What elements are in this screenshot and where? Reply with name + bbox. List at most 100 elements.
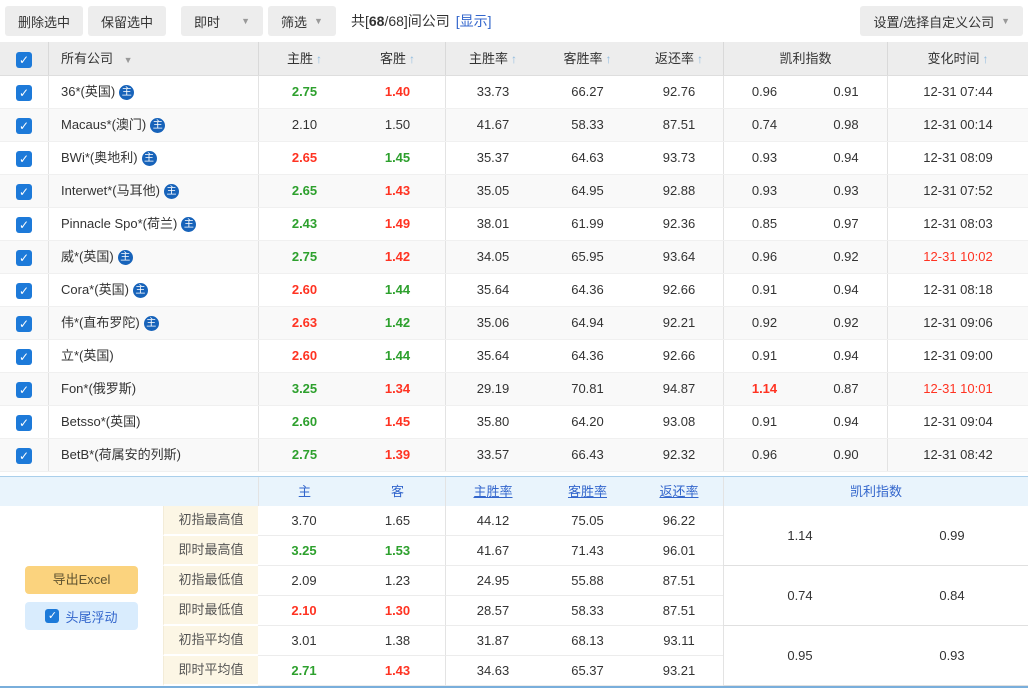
kelly-home-cell: 0.93 bbox=[723, 175, 805, 207]
away-odds-cell: 1.43 bbox=[350, 175, 445, 207]
away-rate-cell: 65.95 bbox=[540, 241, 635, 273]
row-checkbox[interactable]: ✓ bbox=[16, 85, 32, 101]
chevron-down-icon: ▼ bbox=[1001, 16, 1010, 26]
header-return-rate-sort[interactable]: 返还率↑ bbox=[635, 42, 723, 75]
header-company-dropdown[interactable]: 所有公司 ▼ bbox=[48, 42, 258, 75]
select-all-checkbox[interactable]: ✓ bbox=[16, 52, 32, 68]
row-checkbox[interactable]: ✓ bbox=[16, 118, 32, 134]
keep-selected-button[interactable]: 保留选中 bbox=[88, 6, 166, 36]
header-away-win-sort[interactable]: 客胜↑ bbox=[350, 42, 445, 75]
row-checkbox[interactable]: ✓ bbox=[16, 151, 32, 167]
away-odds-cell: 1.42 bbox=[350, 241, 445, 273]
summary-home-rate: 44.12 bbox=[445, 506, 540, 536]
home-badge-icon: 主 bbox=[118, 250, 133, 265]
change-time-cell: 12-31 08:09 bbox=[887, 142, 1028, 174]
return-rate-cell: 92.66 bbox=[635, 274, 723, 306]
summary-header-return-rate[interactable]: 返还率 bbox=[635, 477, 723, 506]
sort-asc-icon: ↑ bbox=[606, 52, 612, 66]
float-checkbox[interactable]: ✓ bbox=[45, 609, 59, 623]
company-name: Interwet*(马耳他) bbox=[61, 183, 160, 198]
away-odds-cell: 1.50 bbox=[350, 109, 445, 141]
away-odds-cell: 1.34 bbox=[350, 373, 445, 405]
home-rate-cell: 41.67 bbox=[445, 109, 540, 141]
summary-header-away-rate[interactable]: 客胜率 bbox=[540, 477, 635, 506]
header-home-win-sort[interactable]: 主胜↑ bbox=[258, 42, 350, 75]
table-row: ✓Betsso*(英国)2.601.4535.8064.2093.080.910… bbox=[0, 406, 1028, 439]
row-checkbox[interactable]: ✓ bbox=[16, 184, 32, 200]
away-rate-cell: 61.99 bbox=[540, 208, 635, 240]
row-checkbox-cell: ✓ bbox=[0, 142, 48, 174]
home-rate-cell: 29.19 bbox=[445, 373, 540, 405]
summary-row-label: 初指最低值 bbox=[163, 566, 258, 596]
away-odds-cell: 1.39 bbox=[350, 439, 445, 471]
home-rate-cell: 35.05 bbox=[445, 175, 540, 207]
kelly-away-cell: 0.94 bbox=[805, 340, 887, 372]
company-name: 伟*(直布罗陀) bbox=[61, 315, 140, 330]
company-name: Cora*(英国) bbox=[61, 282, 129, 297]
delete-selected-button[interactable]: 删除选中 bbox=[5, 6, 83, 36]
return-rate-cell: 93.73 bbox=[635, 142, 723, 174]
company-cell: 36*(英国)主 bbox=[48, 76, 258, 108]
header-home-rate-sort[interactable]: 主胜率↑ bbox=[445, 42, 540, 75]
summary-header-home-rate[interactable]: 主胜率 bbox=[445, 477, 540, 506]
summary-body: 初指最高值3.701.6544.1275.0596.22即时最高值3.251.5… bbox=[0, 506, 1028, 688]
row-checkbox[interactable]: ✓ bbox=[16, 349, 32, 365]
row-checkbox-cell: ✓ bbox=[0, 439, 48, 471]
summary-return-rate: 96.22 bbox=[635, 506, 723, 536]
away-rate-cell: 64.94 bbox=[540, 307, 635, 339]
away-rate-cell: 58.33 bbox=[540, 109, 635, 141]
header-change-time-sort[interactable]: 变化时间↑ bbox=[887, 42, 1028, 75]
row-checkbox[interactable]: ✓ bbox=[16, 382, 32, 398]
header-away-rate-sort[interactable]: 客胜率↑ bbox=[540, 42, 635, 75]
row-checkbox[interactable]: ✓ bbox=[16, 316, 32, 332]
home-odds-cell: 2.75 bbox=[258, 76, 350, 108]
kelly-away-cell: 0.93 bbox=[805, 175, 887, 207]
float-checkbox-label: 头尾浮动 bbox=[65, 607, 117, 626]
show-link[interactable]: [显示] bbox=[456, 11, 492, 31]
home-odds-cell: 2.75 bbox=[258, 439, 350, 471]
row-checkbox-cell: ✓ bbox=[0, 241, 48, 273]
return-rate-cell: 92.32 bbox=[635, 439, 723, 471]
custom-company-settings-dropdown[interactable]: 设置/选择自定义公司 ▼ bbox=[860, 6, 1023, 36]
row-checkbox-cell: ✓ bbox=[0, 406, 48, 438]
kelly-away-cell: 0.92 bbox=[805, 307, 887, 339]
sort-asc-icon: ↑ bbox=[409, 52, 415, 66]
summary-return-rate: 87.51 bbox=[635, 566, 723, 596]
away-odds-cell: 1.42 bbox=[350, 307, 445, 339]
summary-home-rate: 41.67 bbox=[445, 536, 540, 566]
home-badge-icon: 主 bbox=[142, 151, 157, 166]
float-header-footer-toggle[interactable]: ✓ 头尾浮动 bbox=[25, 602, 138, 630]
away-odds-cell: 1.44 bbox=[350, 340, 445, 372]
return-rate-cell: 92.66 bbox=[635, 340, 723, 372]
away-rate-cell: 64.95 bbox=[540, 175, 635, 207]
change-time-cell: 12-31 09:00 bbox=[887, 340, 1028, 372]
company-count-text: 共[68/68]间公司 bbox=[351, 11, 450, 31]
home-odds-cell: 3.25 bbox=[258, 373, 350, 405]
kelly-away-cell: 0.87 bbox=[805, 373, 887, 405]
home-badge-icon: 主 bbox=[181, 217, 196, 232]
summary-row-label: 即时最低值 bbox=[163, 596, 258, 626]
table-row: ✓Macaus*(澳门)主2.101.5041.6758.3387.510.74… bbox=[0, 109, 1028, 142]
export-excel-button[interactable]: 导出Excel bbox=[25, 566, 138, 594]
away-rate-cell: 66.27 bbox=[540, 76, 635, 108]
row-checkbox[interactable]: ✓ bbox=[16, 250, 32, 266]
return-rate-cell: 87.51 bbox=[635, 109, 723, 141]
summary-home-rate: 31.87 bbox=[445, 626, 540, 656]
away-rate-cell: 70.81 bbox=[540, 373, 635, 405]
return-rate-cell: 92.36 bbox=[635, 208, 723, 240]
summary-return-rate: 93.11 bbox=[635, 626, 723, 656]
home-badge-icon: 主 bbox=[133, 283, 148, 298]
header-checkbox-cell: ✓ bbox=[0, 42, 48, 75]
summary-away-rate: 58.33 bbox=[540, 596, 635, 626]
row-checkbox[interactable]: ✓ bbox=[16, 448, 32, 464]
summary-kelly-block: 1.140.99 bbox=[723, 506, 1028, 566]
row-checkbox[interactable]: ✓ bbox=[16, 415, 32, 431]
instant-dropdown[interactable]: 即时 ▼ bbox=[181, 6, 263, 36]
row-checkbox[interactable]: ✓ bbox=[16, 217, 32, 233]
filter-dropdown[interactable]: 筛选 ▼ bbox=[268, 6, 336, 36]
change-time-cell: 12-31 09:04 bbox=[887, 406, 1028, 438]
home-odds-cell: 2.63 bbox=[258, 307, 350, 339]
row-checkbox[interactable]: ✓ bbox=[16, 283, 32, 299]
table-row: ✓Interwet*(马耳他)主2.651.4335.0564.9592.880… bbox=[0, 175, 1028, 208]
home-rate-cell: 34.05 bbox=[445, 241, 540, 273]
